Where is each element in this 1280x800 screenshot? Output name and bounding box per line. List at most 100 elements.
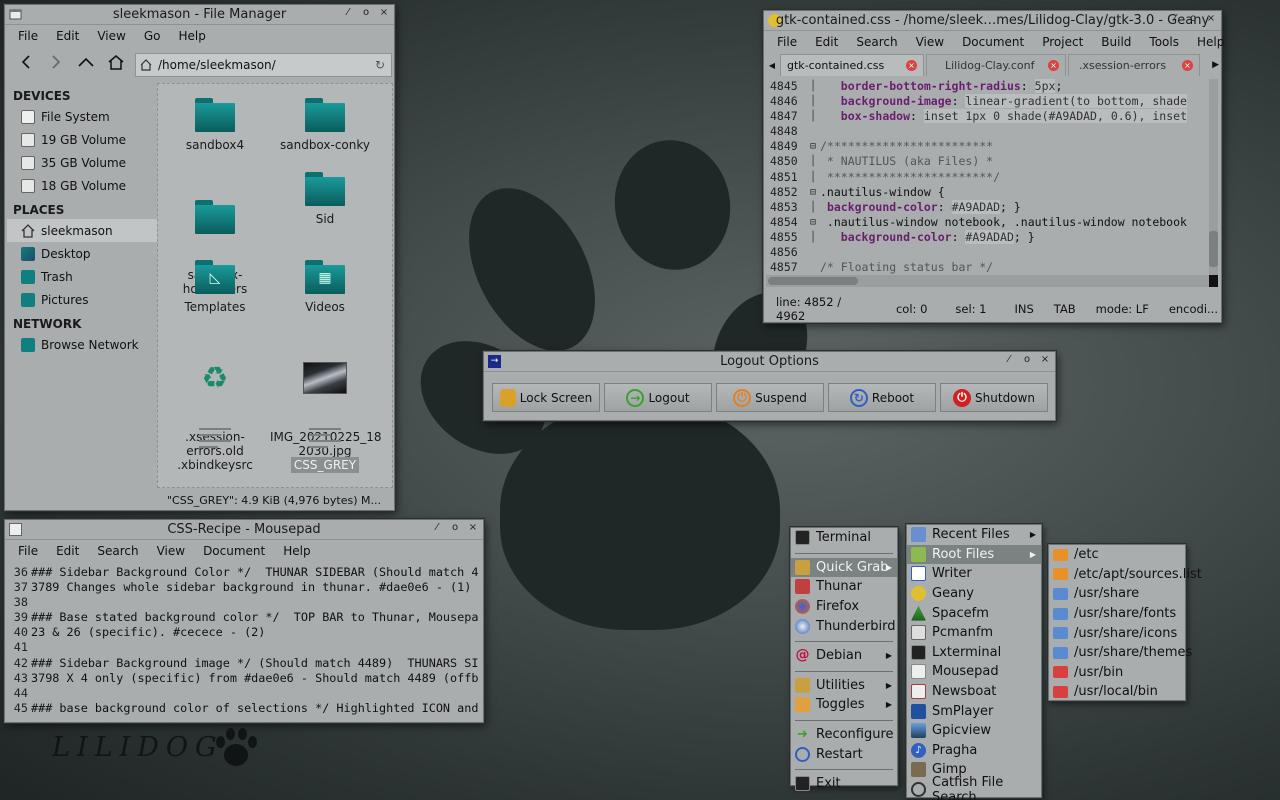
code-editor[interactable]: 4845 │ border-bottom-right-radius: 5px; 4… (766, 79, 1212, 275)
reload-icon[interactable]: ↻ (375, 58, 385, 72)
sidebar-item-filesystem[interactable]: File System (7, 105, 157, 128)
menu-help[interactable]: Help (169, 29, 214, 43)
menu-item-restart[interactable]: Restart (791, 744, 897, 764)
up-button[interactable] (71, 49, 101, 75)
menu-item-usr-share[interactable]: /usr/share (1049, 584, 1185, 604)
menu-file[interactable]: File (9, 544, 47, 558)
minimize-button[interactable]: ⁄ (1169, 13, 1181, 24)
lock-screen-button[interactable]: Lock Screen (492, 383, 600, 412)
suspend-button[interactable]: ⏻ Suspend (716, 383, 824, 412)
sidebar-item-network[interactable]: Browse Network (7, 333, 157, 356)
menu-item-terminal[interactable]: Terminal (791, 528, 897, 548)
sidebar-item-pictures[interactable]: Pictures (7, 288, 157, 311)
menu-item-firefox[interactable]: Firefox (791, 597, 897, 617)
sidebar-item-trash[interactable]: Trash (7, 265, 157, 288)
menu-item-toggles[interactable]: Toggles ▶ (791, 695, 897, 715)
menu-search[interactable]: Search (88, 544, 147, 558)
menu-item-thunar[interactable]: Thunar (791, 577, 897, 597)
menu-document[interactable]: Document (953, 35, 1033, 49)
menu-item-catfish[interactable]: Catfish File Search (907, 775, 1041, 800)
menu-item-quick-grab[interactable]: Quick Grab ▶ (791, 557, 897, 578)
tab-scroll-right-icon[interactable]: ▶ (1212, 60, 1219, 70)
menu-item-sources-list[interactable]: /etc/apt/sources.list (1049, 565, 1202, 585)
tab-scroll-left-icon[interactable]: ◀ (764, 61, 780, 70)
menu-item-usr-share-fonts[interactable]: /usr/share/fonts (1049, 604, 1185, 624)
menu-document[interactable]: Document (194, 544, 274, 558)
path-bar[interactable]: /home/sleekmason/ ↻ (135, 53, 392, 77)
menu-file[interactable]: File (768, 35, 806, 49)
close-tab-icon[interactable]: × (1048, 60, 1059, 71)
forward-button[interactable] (41, 49, 71, 75)
vertical-scrollbar[interactable] (1209, 79, 1218, 275)
menu-item-exit[interactable]: Exit (791, 774, 897, 794)
text-editor[interactable]: 36 ### Sidebar Background Color */ THUNAR… (7, 565, 481, 721)
close-button[interactable]: × (467, 522, 479, 533)
menu-file[interactable]: File (9, 29, 47, 43)
menu-item-spacefm[interactable]: Spacefm (907, 603, 1041, 623)
menu-build[interactable]: Build (1092, 35, 1140, 49)
tab-xsession-errors[interactable]: .xsession-errors × (1068, 54, 1200, 76)
menu-item-smplayer[interactable]: SmPlayer (907, 701, 1041, 721)
menu-item-utilities[interactable]: Utilities ▶ (791, 676, 897, 696)
menu-item-pcmanfm[interactable]: Pcmanfm (907, 623, 1041, 643)
menu-help[interactable]: Help (274, 544, 319, 558)
menu-item-usr-bin[interactable]: /usr/bin (1049, 663, 1185, 683)
close-tab-icon[interactable]: × (1182, 60, 1193, 71)
menu-item-recent-files[interactable]: Recent Files ▶ (907, 525, 1041, 545)
sidebar-item-home[interactable]: sleekmason (7, 219, 157, 242)
menu-item-etc[interactable]: /etc (1049, 545, 1185, 565)
menu-item-thunderbird[interactable]: Thunderbird (791, 616, 897, 636)
sidebar-item-35gb[interactable]: 35 GB Volume (7, 151, 157, 174)
fm-titlebar[interactable]: sleekmason - File Manager ⁄ o × (5, 5, 394, 25)
horizontal-scrollbar[interactable] (766, 275, 1212, 287)
menu-item-lxterminal[interactable]: Lxterminal (907, 643, 1041, 663)
sidebar-item-19gb[interactable]: 19 GB Volume (7, 128, 157, 151)
tab-lilidog-conf[interactable]: Lilidog-Clay.conf × (926, 54, 1066, 76)
close-button[interactable]: × (1205, 13, 1217, 24)
menu-view[interactable]: View (148, 544, 194, 558)
menu-tools[interactable]: Tools (1140, 35, 1188, 49)
logout-titlebar[interactable]: → Logout Options ⁄ o × (484, 352, 1055, 372)
close-tab-icon[interactable]: × (906, 60, 917, 71)
sidebar-item-desktop[interactable]: Desktop (7, 242, 157, 265)
menu-view[interactable]: View (907, 35, 953, 49)
file-item[interactable]: ▦ Videos (270, 260, 380, 314)
minimize-button[interactable]: ⁄ (342, 7, 354, 18)
file-item[interactable]: .xbindkeysrc (160, 418, 270, 472)
menu-item-mousepad[interactable]: Mousepad (907, 662, 1041, 682)
menu-item-usr-local-bin[interactable]: /usr/local/bin (1049, 682, 1185, 702)
file-item[interactable]: Sid (270, 172, 380, 226)
mousepad-titlebar[interactable]: CSS-Recipe - Mousepad ⁄ o × (5, 520, 483, 540)
menu-help[interactable]: Help (1188, 35, 1233, 49)
menu-edit[interactable]: Edit (806, 35, 847, 49)
menu-edit[interactable]: Edit (47, 29, 88, 43)
tab-gtk-contained[interactable]: gtk-contained.css × (780, 54, 924, 76)
minimize-button[interactable]: ⁄ (431, 522, 443, 533)
menu-edit[interactable]: Edit (47, 544, 88, 558)
menu-item-gpicview[interactable]: Gpicview (907, 721, 1041, 741)
menu-search[interactable]: Search (847, 35, 906, 49)
menu-view[interactable]: View (88, 29, 134, 43)
reboot-button[interactable]: ↻ Reboot (828, 383, 936, 412)
maximize-button[interactable]: o (1187, 13, 1199, 24)
menu-item-root-files[interactable]: Root Files ▶ (907, 544, 1041, 565)
menu-item-reconfigure[interactable]: ➜ Reconfigure (791, 725, 897, 745)
menu-item-usr-share-icons[interactable]: /usr/share/icons (1049, 623, 1185, 643)
geany-titlebar[interactable]: gtk-contained.css - /home/sleek…mes/Lili… (764, 11, 1221, 31)
menu-item-newsboat[interactable]: Newsboat (907, 682, 1041, 702)
home-button[interactable] (101, 49, 131, 75)
menu-item-pragha[interactable]: ♪ Pragha (907, 741, 1041, 761)
close-button[interactable]: × (1039, 354, 1051, 365)
file-item[interactable]: sandbox-conky (270, 98, 380, 152)
close-button[interactable]: × (378, 7, 390, 18)
back-button[interactable] (11, 49, 41, 75)
file-item[interactable]: CSS_GREY (270, 418, 380, 473)
menu-item-geany[interactable]: Geany (907, 584, 1041, 604)
menu-item-writer[interactable]: Writer (907, 564, 1041, 584)
menu-project[interactable]: Project (1033, 35, 1092, 49)
minimize-button[interactable]: ⁄ (1003, 354, 1015, 365)
menu-item-debian[interactable]: @ Debian ▶ (791, 646, 897, 666)
file-item[interactable]: ◺ Templates (160, 260, 270, 314)
menu-go[interactable]: Go (135, 29, 170, 43)
shutdown-button[interactable]: ⏻ Shutdown (940, 383, 1048, 412)
